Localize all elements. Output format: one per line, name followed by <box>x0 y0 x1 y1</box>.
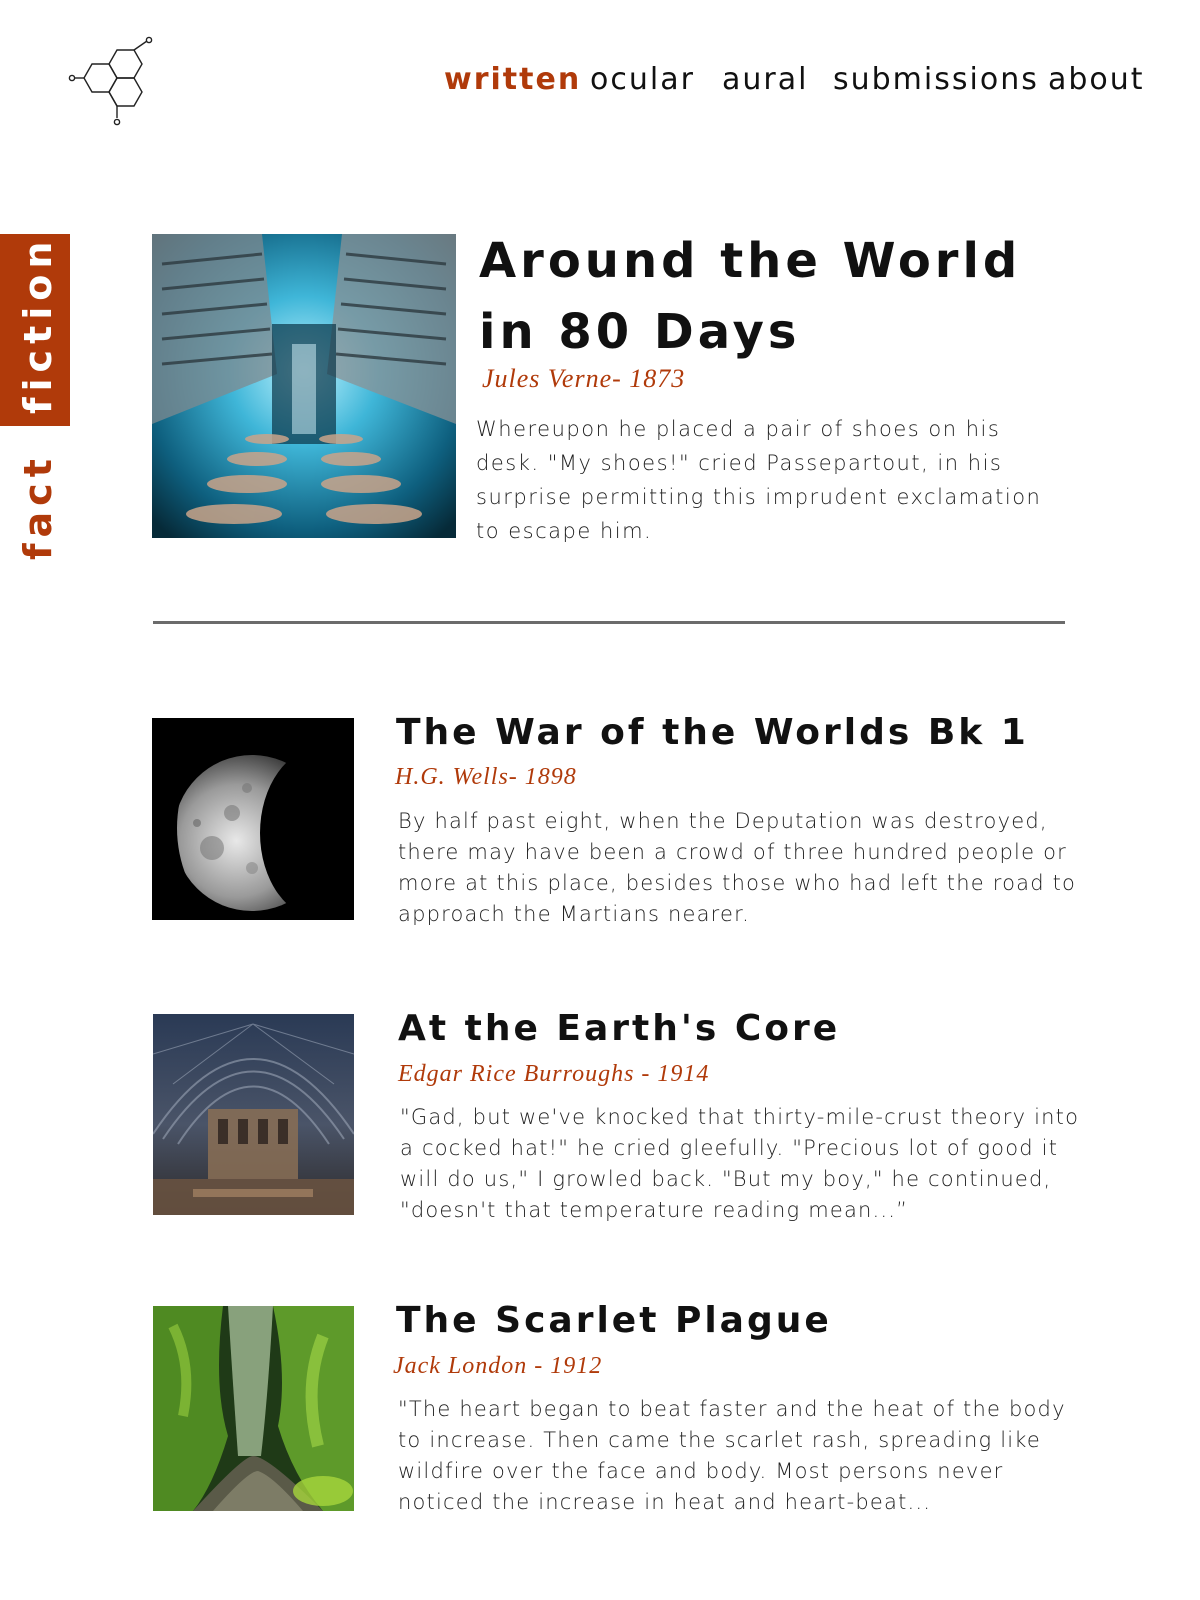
nav-item-aural[interactable]: aural <box>722 62 808 97</box>
main-nav: written ocular aural submissions about <box>0 62 1200 102</box>
article-byline: H.G. Wells- 1898 <box>395 764 577 790</box>
article-excerpt: By half past eight, when the Deputation … <box>398 809 1077 926</box>
featured-article-image[interactable] <box>152 234 456 538</box>
article-title[interactable]: The Scarlet Plague <box>396 1300 832 1341</box>
article-excerpt: "The heart began to beat faster and the … <box>398 1397 1066 1514</box>
fact-fiction-tab[interactable]: fiction fact <box>0 234 70 561</box>
article-image-scarlet-plague[interactable] <box>153 1306 354 1511</box>
featured-article-byline: Jules Verne- 1873 <box>482 364 686 393</box>
nav-item-about[interactable]: about <box>1048 62 1145 97</box>
fiction-label[interactable]: fiction <box>16 236 60 414</box>
nav-item-submissions[interactable]: submissions <box>833 62 1039 97</box>
featured-article-excerpt: Whereupon he placed a pair of shoes on h… <box>476 417 1042 543</box>
article-title[interactable]: The War of the Worlds Bk 1 <box>396 712 1029 753</box>
article-byline: Jack London - 1912 <box>393 1353 603 1379</box>
section-divider <box>153 621 1065 624</box>
article-title[interactable]: At the Earth's Core <box>398 1008 840 1049</box>
featured-article-title[interactable]: Around the World in 80 Days <box>479 226 1069 368</box>
article-byline: Edgar Rice Burroughs - 1914 <box>398 1061 710 1087</box>
nav-item-ocular[interactable]: ocular <box>590 62 695 97</box>
article-image-war-of-the-worlds[interactable] <box>152 718 354 920</box>
article-excerpt: "Gad, but we've knocked that thirty-mile… <box>400 1105 1080 1222</box>
article-image-earths-core[interactable] <box>153 1014 354 1215</box>
fact-label[interactable]: fact <box>16 453 60 560</box>
nav-item-written[interactable]: written <box>444 62 581 97</box>
